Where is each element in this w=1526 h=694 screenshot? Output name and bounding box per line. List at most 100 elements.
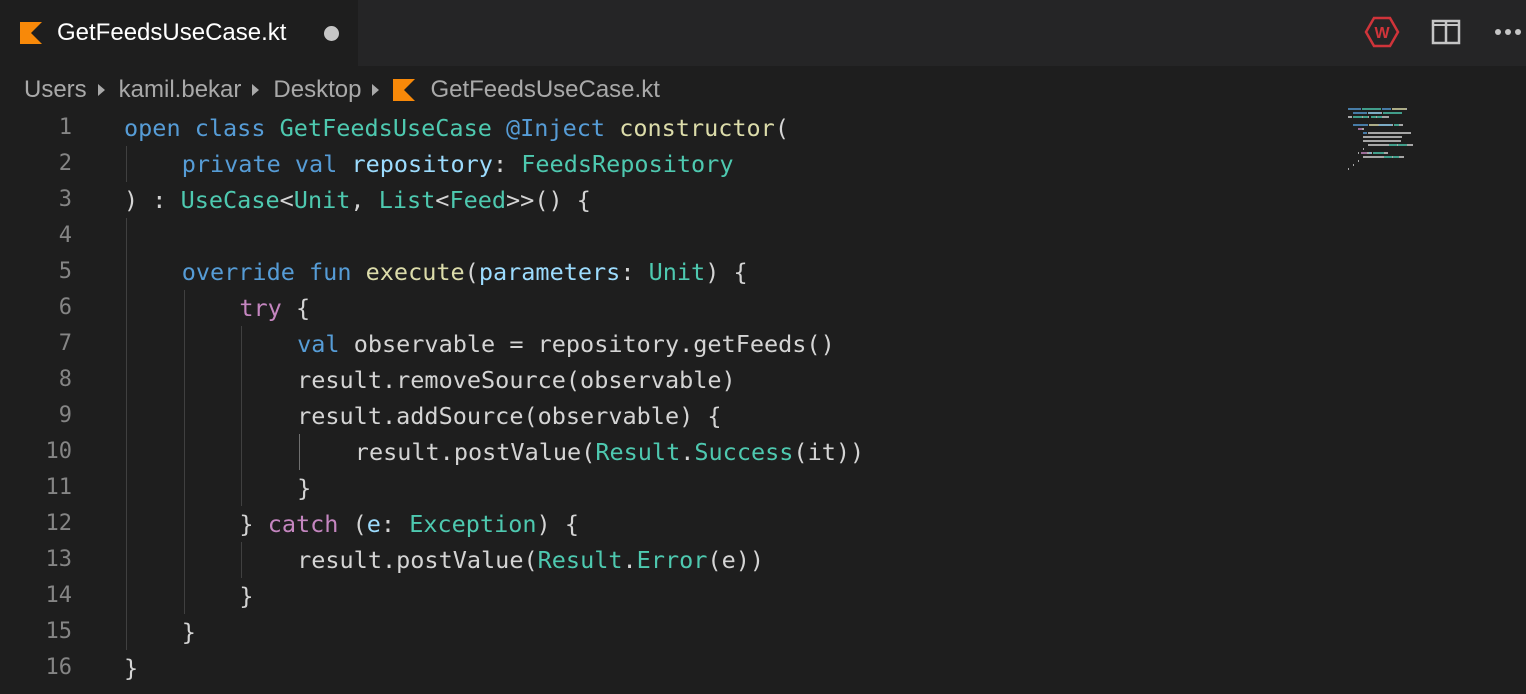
minimap-token — [1389, 144, 1397, 146]
code-text: } — [182, 614, 196, 650]
code-token: < — [435, 186, 450, 214]
breadcrumb: Users kamil.bekar Desktop GetFeedsUseCas… — [24, 70, 660, 110]
code-line[interactable]: 14} — [0, 578, 1340, 614]
indent-guide — [241, 326, 243, 506]
code-line[interactable]: 11} — [0, 470, 1340, 506]
code-text: result.addSource(observable) { — [297, 398, 721, 434]
minimap-token — [1361, 128, 1365, 130]
code-line[interactable]: 7 val observable = repository.getFeeds() — [0, 326, 1340, 362]
line-number: 6 — [58, 295, 72, 320]
code-text: } catch (e: Exception) { — [239, 506, 579, 542]
code-token: e — [366, 510, 381, 538]
minimap-token — [1363, 132, 1367, 134]
indent-guide — [126, 218, 127, 650]
code-token: repository — [351, 150, 493, 178]
code-line[interactable]: 15} — [0, 614, 1340, 650]
minimap-token — [1363, 156, 1385, 158]
code-line[interactable]: 13 result.postValue(Result.Error(e)) — [0, 542, 1340, 578]
chevron-right-icon — [372, 84, 380, 96]
code-token: ( — [338, 510, 367, 538]
minimap-token — [1381, 108, 1391, 110]
code-token: : — [380, 510, 410, 538]
breadcrumb-item-user[interactable]: kamil.bekar — [119, 76, 242, 104]
code-token: result.removeSource(observable) — [297, 366, 736, 394]
minimap-token — [1391, 108, 1406, 110]
code-token: >>() { — [506, 186, 591, 214]
code-text: private val repository: FeedsRepository — [182, 146, 734, 182]
minimap-token — [1399, 124, 1403, 126]
code-line[interactable]: 8 result.removeSource(observable) — [0, 362, 1340, 398]
line-number: 2 — [58, 151, 72, 176]
minimap-token — [1406, 144, 1413, 146]
code-line[interactable]: 1 open class GetFeedsUseCase @Inject cons… — [0, 110, 1340, 146]
minimap-token — [1384, 152, 1388, 154]
code-token: ( — [464, 258, 479, 286]
code-token: (e)) — [707, 546, 765, 574]
extension-badge-icon[interactable]: W — [1364, 14, 1400, 50]
code-token: . — [680, 438, 695, 466]
split-editor-icon[interactable] — [1428, 14, 1464, 50]
unsaved-dot-icon[interactable] — [324, 26, 339, 41]
minimap-token — [1380, 112, 1382, 114]
code-token: ) { — [705, 258, 748, 286]
code-token: List — [378, 186, 436, 214]
badge-letter: W — [1374, 25, 1390, 42]
code-editor[interactable]: 1 open class GetFeedsUseCase @Inject cons… — [0, 110, 1526, 694]
line-number: 13 — [45, 547, 73, 572]
code-token: . — [622, 546, 637, 574]
chevron-right-icon — [252, 84, 260, 96]
code-text: result.removeSource(observable) — [297, 362, 736, 398]
code-line[interactable]: 3 ) : UseCase<Unit, List<Feed>>() { — [0, 182, 1340, 218]
code-token: Success — [694, 438, 794, 466]
code-token: ) { — [536, 510, 579, 538]
code-token: val — [297, 330, 354, 358]
minimap-token — [1358, 152, 1360, 154]
minimap-token — [1370, 152, 1372, 154]
code-text: result.postValue(Result.Success(it)) — [355, 434, 864, 470]
code-token: } — [239, 582, 254, 610]
code-token: private val — [181, 150, 352, 178]
code-line[interactable]: 10 result.postValue(Result.Success(it)) — [0, 434, 1340, 470]
line-number: 14 — [45, 583, 73, 608]
breadcrumb-item-file[interactable]: GetFeedsUseCase.kt — [393, 76, 660, 104]
line-number: 4 — [58, 223, 72, 248]
minimap[interactable] — [1348, 108, 1458, 178]
minimap-token — [1353, 164, 1355, 166]
indent-guide — [299, 434, 301, 470]
code-text: ) : UseCase<Unit, List<Feed>>() { — [124, 182, 591, 218]
breadcrumb-file-label: GetFeedsUseCase.kt — [430, 76, 660, 103]
more-actions-icon[interactable] — [1492, 14, 1526, 50]
code-line[interactable]: 12} catch (e: Exception) { — [0, 506, 1340, 542]
code-token: ( — [774, 114, 789, 142]
breadcrumb-item-users[interactable]: Users — [24, 76, 87, 104]
code-text: try { — [239, 290, 310, 326]
code-token: constructor — [619, 114, 775, 142]
code-token: < — [279, 186, 294, 214]
code-line[interactable]: 5 override fun execute(parameters: Unit) … — [0, 254, 1340, 290]
code-token: } — [297, 474, 312, 502]
minimap-token — [1369, 124, 1378, 126]
minimap-token — [1383, 112, 1402, 114]
kotlin-file-icon — [393, 79, 416, 101]
code-token: } — [239, 510, 268, 538]
minimap-token — [1353, 116, 1362, 118]
code-token: try — [239, 294, 282, 322]
code-line[interactable]: 2 private val repository: FeedsRepository — [0, 146, 1340, 182]
code-token: ) : — [124, 186, 181, 214]
breadcrumb-item-desktop[interactable]: Desktop — [273, 76, 361, 104]
editor-tab-active[interactable]: GetFeedsUseCase.kt — [0, 0, 358, 66]
code-line[interactable]: 6 try { — [0, 290, 1340, 326]
code-line[interactable]: 4 — [0, 218, 1340, 254]
minimap-token — [1381, 116, 1390, 118]
code-token: (it)) — [793, 438, 865, 466]
line-number: 9 — [58, 403, 72, 428]
code-line[interactable]: 16} — [0, 650, 1340, 686]
minimap-token — [1391, 124, 1393, 126]
code-token: execute — [365, 258, 465, 286]
minimap-token — [1361, 108, 1381, 110]
code-token: override fun — [181, 258, 366, 286]
minimap-token — [1384, 156, 1392, 158]
code-line[interactable]: 9 result.addSource(observable) { — [0, 398, 1340, 434]
code-token: Exception — [409, 510, 537, 538]
line-number: 3 — [58, 187, 72, 212]
